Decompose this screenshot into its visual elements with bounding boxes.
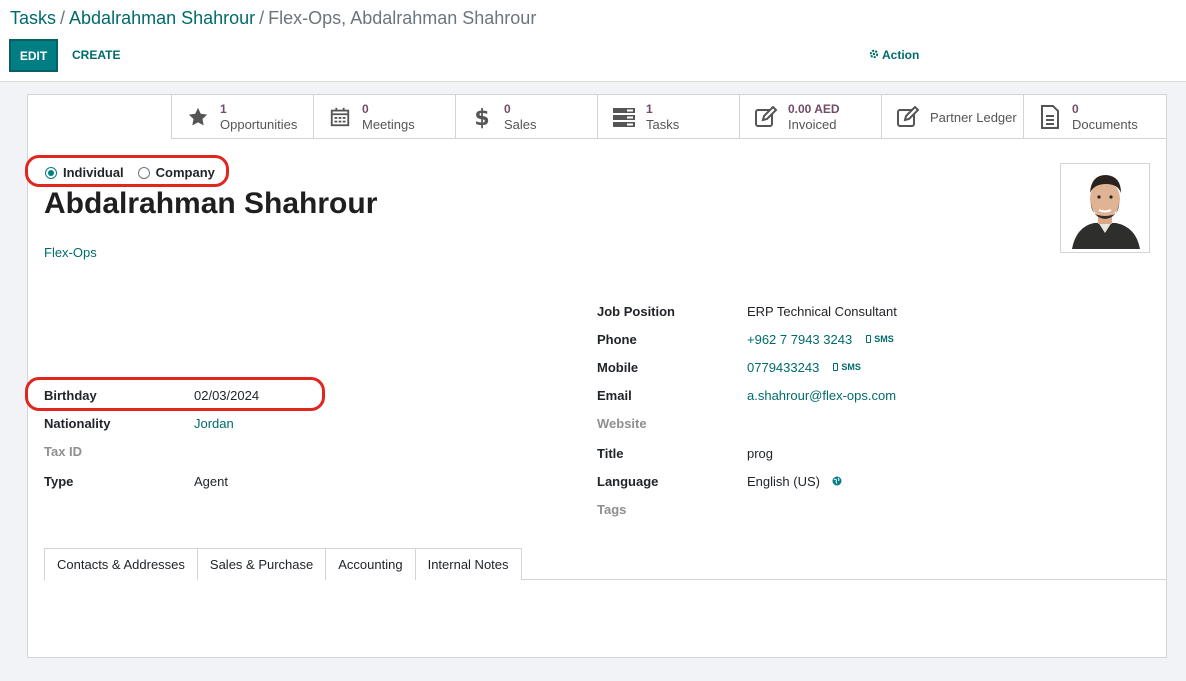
globe-icon[interactable] <box>832 476 842 486</box>
partner-ledger-label: Partner Ledger <box>930 109 1017 125</box>
documents-button[interactable]: 0 Documents <box>1023 95 1165 139</box>
nationality-value[interactable]: Jordan <box>194 416 234 431</box>
field-nationality: Nationality Jordan <box>44 414 234 432</box>
calendar-icon <box>328 105 352 129</box>
ledger-edit-icon <box>896 105 920 129</box>
phone-sms-button[interactable]: SMS <box>866 334 894 344</box>
type-label: Type <box>44 473 74 489</box>
job-position-value: ERP Technical Consultant <box>747 303 897 319</box>
field-email: Email a.shahrour@flex-ops.com <box>597 386 896 404</box>
tab-contacts-addresses[interactable]: Contacts & Addresses <box>44 548 198 581</box>
opportunities-count: 1 <box>220 102 227 116</box>
mobile-phone-icon <box>833 363 839 371</box>
field-phone: Phone +962 7 7943 3243 SMS <box>597 330 894 348</box>
breadcrumb-separator: / <box>259 8 265 28</box>
field-job-position: Job Position ERP Technical Consultant <box>597 302 897 320</box>
email-value[interactable]: a.shahrour@flex-ops.com <box>747 388 896 403</box>
document-icon <box>1038 105 1062 129</box>
parent-company-link[interactable]: Flex-Ops <box>44 245 97 260</box>
invoiced-amount: 0.00 AED <box>788 102 840 116</box>
radio-individual-dot[interactable] <box>45 166 57 179</box>
radio-company[interactable]: Company <box>137 165 215 180</box>
opportunities-label: Opportunities <box>220 117 298 132</box>
job-position-label: Job Position <box>597 303 675 319</box>
action-menu-button[interactable]: Action <box>869 48 919 62</box>
field-birthday: Birthday 02/03/2024 <box>44 386 259 404</box>
company-type-radio-group: Individual Company <box>45 165 215 180</box>
radio-company-label: Company <box>155 165 215 180</box>
form-sheet: 1 Opportunities 0 Meetings $ 0 Sales 1 Tasks… <box>25 94 1167 658</box>
meetings-button[interactable]: 0 Meetings <box>313 95 455 139</box>
title-value: prog <box>747 445 774 461</box>
breadcrumb-partner[interactable]: Abdalrahman Shahrour <box>69 8 255 28</box>
tab-accounting[interactable]: Accounting <box>325 548 416 580</box>
partner-ledger-button[interactable]: Partner Ledger <box>881 95 1023 139</box>
radio-individual[interactable]: Individual <box>45 165 124 180</box>
field-mobile: Mobile 0779433243 SMS <box>597 358 861 376</box>
gear-icon <box>869 48 879 62</box>
language-label: Language <box>597 473 659 489</box>
tasks-count: 1 <box>646 102 653 116</box>
title-label: Title <box>597 445 624 461</box>
radio-individual-label: Individual <box>63 165 124 180</box>
breadcrumb-tasks[interactable]: Tasks <box>10 8 56 28</box>
type-value: Agent <box>194 473 228 489</box>
documents-label: Documents <box>1072 117 1138 132</box>
nationality-label: Nationality <box>44 415 111 431</box>
field-title: Title prog <box>597 444 773 462</box>
field-website: Website <box>597 414 747 432</box>
field-tax-id: Tax ID <box>44 442 194 460</box>
tasks-label: Tasks <box>646 117 680 132</box>
invoiced-label: Invoiced <box>788 117 837 132</box>
mobile-sms-button[interactable]: SMS <box>833 362 861 372</box>
dollar-icon: $ <box>470 105 494 129</box>
email-label: Email <box>597 387 632 403</box>
birthday-label: Birthday <box>44 387 97 403</box>
svg-text:$: $ <box>474 106 489 129</box>
breadcrumb-separator: / <box>60 8 66 28</box>
tasks-button[interactable]: 1 Tasks <box>597 95 739 139</box>
radio-company-dot[interactable] <box>137 166 150 179</box>
avatar-photo <box>1064 167 1146 249</box>
partner-name[interactable]: Abdalrahman Shahrour <box>44 187 377 221</box>
tab-internal-notes[interactable]: Internal Notes <box>414 548 522 580</box>
invoice-edit-icon <box>754 105 778 129</box>
breadcrumb: Tasks / Abdalrahman Shahrour / Flex-Ops, Abd… <box>10 8 536 29</box>
sales-button[interactable]: $ 0 Sales <box>455 95 597 139</box>
phone-label: Phone <box>597 331 637 347</box>
smart-button-box: 1 Opportunities 0 Meetings $ 0 Sales 1 Tasks… <box>171 95 1167 139</box>
create-button[interactable]: CREATE <box>72 48 120 62</box>
mobile-phone-icon <box>866 335 872 343</box>
field-language: Language English (US) <box>597 472 842 490</box>
meetings-count: 0 <box>362 102 369 116</box>
meetings-label: Meetings <box>362 117 415 132</box>
tasks-icon <box>612 105 636 129</box>
star-icon <box>186 105 210 129</box>
breadcrumb-current: Flex-Ops, Abdalrahman Shahrour <box>268 8 537 28</box>
sales-count: 0 <box>504 102 511 116</box>
action-label: Action <box>882 48 920 62</box>
notebook-tabs: Contacts & Addresses Sales & Purchase Ac… <box>44 548 1166 581</box>
tab-sales-purchase[interactable]: Sales & Purchase <box>196 548 327 580</box>
mobile-label: Mobile <box>597 359 639 375</box>
field-type: Type Agent <box>44 472 228 490</box>
website-label: Website <box>597 415 647 431</box>
field-tags: Tags <box>597 500 747 518</box>
avatar[interactable] <box>1060 163 1150 253</box>
tax-id-label: Tax ID <box>44 443 83 459</box>
edit-button[interactable]: EDIT <box>9 39 58 72</box>
birthday-value: 02/03/2024 <box>194 387 260 403</box>
language-value: English (US) <box>747 473 820 489</box>
mobile-sms-label: SMS <box>841 362 861 372</box>
invoiced-button[interactable]: 0.00 AED Invoiced <box>739 95 881 139</box>
control-panel: Tasks / Abdalrahman Shahrour / Flex-Ops, Abd… <box>0 0 1186 82</box>
opportunities-button[interactable]: 1 Opportunities <box>171 95 313 139</box>
mobile-value[interactable]: 0779433243 <box>747 360 819 375</box>
phone-value[interactable]: +962 7 7943 3243 <box>747 332 852 347</box>
documents-count: 0 <box>1072 102 1079 116</box>
tags-label: Tags <box>597 501 627 517</box>
phone-sms-label: SMS <box>874 334 894 344</box>
sales-label: Sales <box>504 117 537 132</box>
